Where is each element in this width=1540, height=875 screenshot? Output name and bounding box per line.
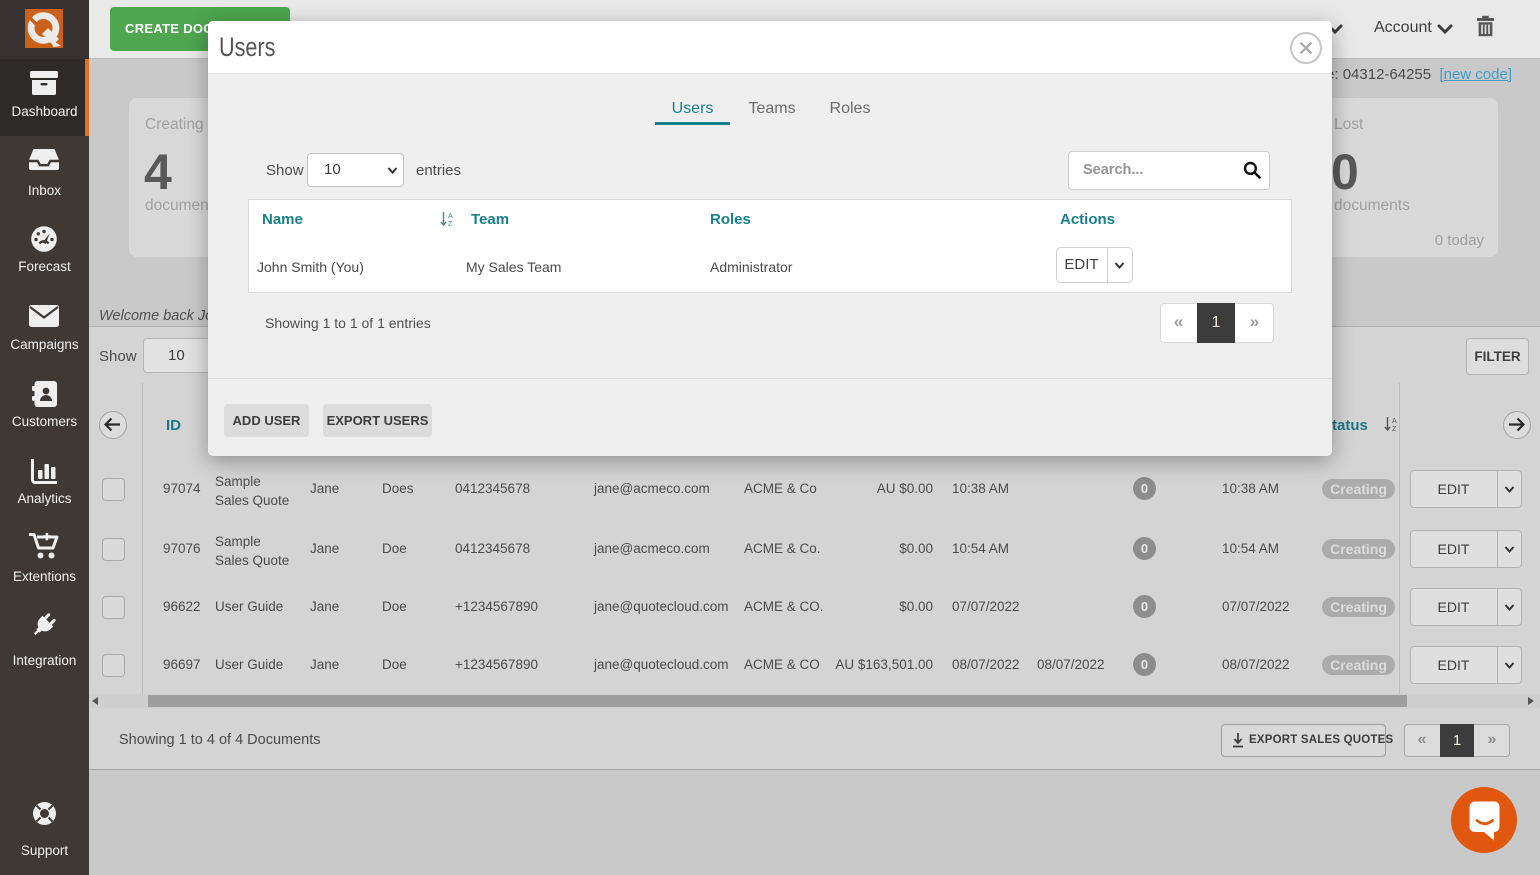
svg-text:A: A: [448, 213, 453, 220]
svg-text:Z: Z: [448, 221, 453, 227]
